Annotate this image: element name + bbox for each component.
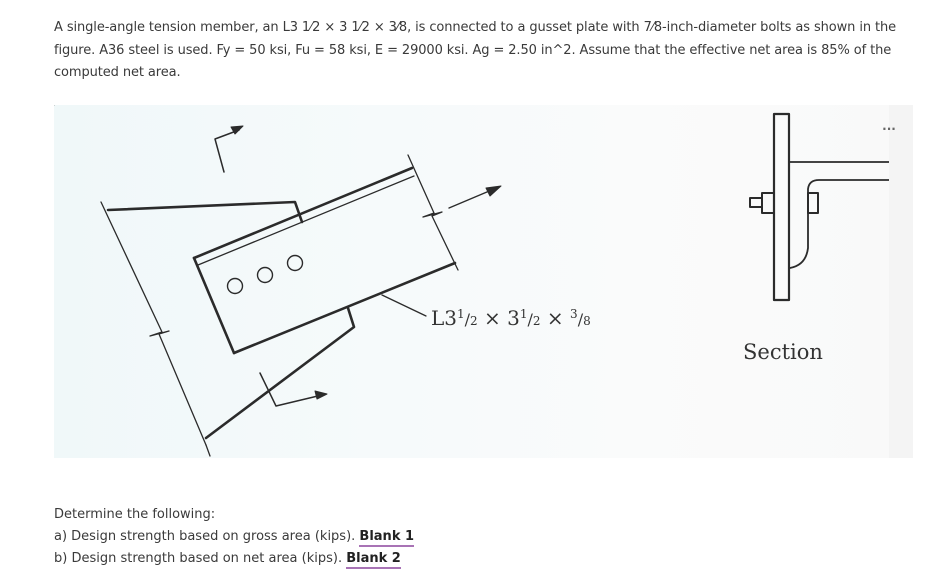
problem-statement: A single-angle tension member, an L3 1⁄2… [54, 20, 897, 80]
more-horizontal-icon[interactable]: ... [877, 120, 901, 135]
bolt-holes [226, 254, 304, 295]
label-leader-line [381, 294, 427, 317]
angle-member [192, 154, 459, 355]
question-a-text: a) Design strength based on gross area (… [54, 529, 360, 544]
bolt-hole-1 [226, 277, 244, 295]
section-gusset-plate [772, 112, 791, 302]
angle-designation-label: L31/2 × 31/2 × 3/8 [431, 306, 591, 330]
section-angle [789, 161, 889, 269]
question-a: a) Design strength based on gross area (… [54, 526, 415, 548]
section-cut-arrow-top [214, 125, 244, 173]
figure-side-strip [889, 105, 913, 458]
section-label: Section [743, 340, 823, 364]
bolt-hole-2 [256, 266, 274, 284]
section-bolt-nut [807, 192, 819, 214]
bolt-hole-3 [286, 254, 304, 272]
section-view [749, 112, 889, 302]
questions-section: Determine the following: a) Design stren… [54, 504, 415, 570]
connection-figure: L31/2 × 31/2 × 3/8 Section [54, 105, 889, 457]
tension-force-arrow [448, 185, 502, 209]
section-bolt-head [761, 192, 775, 214]
question-b: b) Design strength based on net area (ki… [54, 548, 414, 570]
blank-2-input[interactable]: Blank 2 [346, 551, 401, 569]
figure-container: L31/2 × 31/2 × 3/8 Section ... [54, 105, 913, 458]
questions-intro: Determine the following: [54, 507, 216, 522]
question-b-text: b) Design strength based on net area (ki… [54, 551, 347, 566]
section-bolt-shank [749, 197, 763, 208]
blank-1-input[interactable]: Blank 1 [359, 529, 415, 547]
